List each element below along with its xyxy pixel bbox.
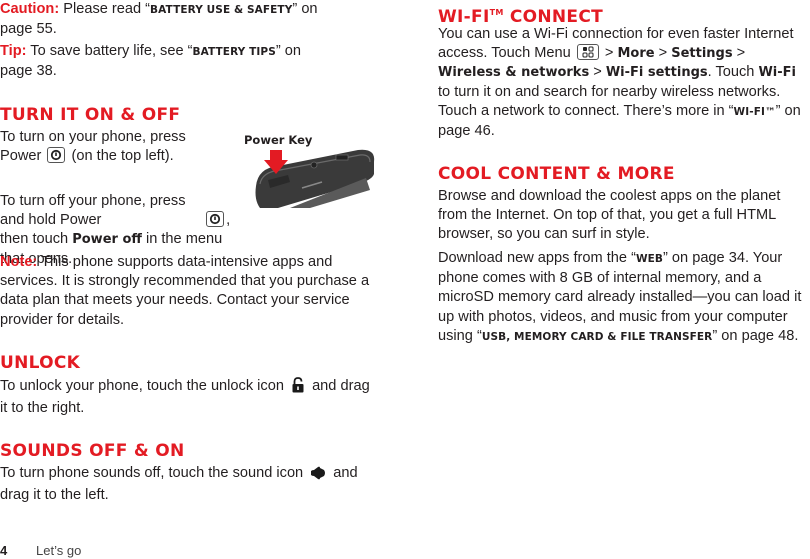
wifi-paragraph: You can use a Wi-Fi connection for even … <box>438 26 801 140</box>
usb-memory-card-ref[interactable]: USB, Memory Card & File Transfer <box>482 331 713 343</box>
note-label: Note: <box>0 254 38 270</box>
cool-content-paragraph-1: Browse and download the coolest apps on … <box>438 188 781 243</box>
caution-label: Caution: <box>0 1 60 17</box>
sounds-heading: Sounds off & on <box>0 441 185 461</box>
turn-on-off-heading: Turn it on & off <box>0 105 181 125</box>
power-key-icon <box>47 147 66 164</box>
tip-label: Tip: <box>0 43 27 59</box>
lock-icon <box>291 377 305 399</box>
section-name: Let’s go <box>36 543 82 558</box>
wifi-option: Wi-Fi <box>758 65 796 81</box>
tip-paragraph: Tip: To save battery life, see “Battery … <box>0 43 302 80</box>
unlock-paragraph: To unlock your phone, touch the unlock i… <box>0 377 370 417</box>
page-number: 4 <box>0 543 8 558</box>
sounds-paragraph: To turn phone sounds off, touch the soun… <box>0 465 358 504</box>
wifi-settings-option: Wi-Fi settings <box>605 65 708 81</box>
page-footer: 4 Let’s go <box>0 543 81 558</box>
power-key-icon <box>206 211 225 228</box>
settings-option: Settings <box>671 46 733 62</box>
more-option: More <box>617 46 655 62</box>
wifi-ref[interactable]: Wi-Fi™ <box>734 106 776 118</box>
cool-content-heading: Cool content & more <box>438 164 675 184</box>
speaker-icon <box>310 466 326 486</box>
menu-key-icon <box>576 44 599 61</box>
phone-illustration <box>255 149 375 208</box>
turn-on-paragraph: To turn on your phone, press Power (on t… <box>0 129 186 165</box>
web-ref[interactable]: Web <box>636 253 663 265</box>
unlock-heading: Unlock <box>0 353 81 373</box>
phone-power-key-figure: Power Key <box>238 128 388 208</box>
battery-tips-ref[interactable]: Battery Tips <box>193 46 276 58</box>
wireless-networks-option: Wireless & networks <box>438 65 590 81</box>
power-off-option: Power off <box>72 232 142 248</box>
note-paragraph: Note: This phone supports data-intensive… <box>0 254 370 328</box>
cool-content-paragraph-2: Download new apps from the “Web” on page… <box>438 250 802 344</box>
caution-paragraph: Caution: Please read “Battery Use & Safe… <box>0 1 318 38</box>
battery-safety-ref[interactable]: Battery Use & Safety <box>150 4 292 16</box>
